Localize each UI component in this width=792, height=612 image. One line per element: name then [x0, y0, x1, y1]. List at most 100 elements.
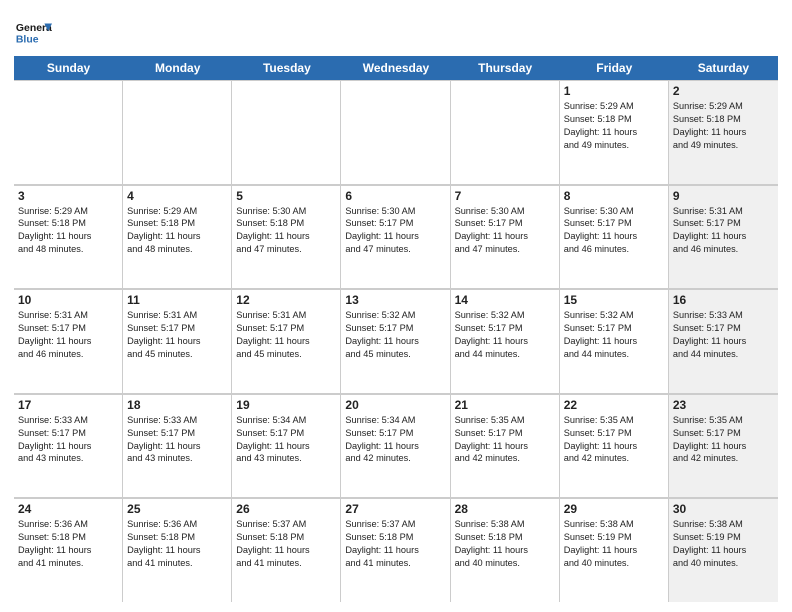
calendar-row-4: 24 Sunrise: 5:36 AM Sunset: 5:18 PM Dayli… [14, 498, 778, 602]
day-number: 12 [236, 293, 336, 307]
day-number: 4 [127, 189, 227, 203]
day-info: Sunrise: 5:38 AM Sunset: 5:19 PM Dayligh… [673, 518, 774, 570]
day-number: 21 [455, 398, 555, 412]
day-cell-23: 23 Sunrise: 5:35 AM Sunset: 5:17 PM Dayli… [669, 395, 778, 498]
weekday-header-wednesday: Wednesday [341, 56, 450, 80]
logo: General Blue [14, 14, 52, 52]
day-number: 3 [18, 189, 118, 203]
day-number: 17 [18, 398, 118, 412]
day-cell-11: 11 Sunrise: 5:31 AM Sunset: 5:17 PM Dayli… [123, 290, 232, 393]
calendar-body: 1 Sunrise: 5:29 AM Sunset: 5:18 PM Daylig… [14, 80, 778, 602]
day-cell-5: 5Sunrise: 5:30 AM Sunset: 5:18 PM Daylig… [232, 186, 341, 289]
day-cell-4: 4 Sunrise: 5:29 AM Sunset: 5:18 PM Daylig… [123, 186, 232, 289]
day-info: Sunrise: 5:31 AM Sunset: 5:17 PM Dayligh… [236, 309, 336, 361]
day-cell-24: 24 Sunrise: 5:36 AM Sunset: 5:18 PM Dayli… [14, 499, 123, 602]
calendar: SundayMondayTuesdayWednesdayThursdayFrid… [14, 56, 778, 602]
empty-cell [14, 81, 123, 184]
day-cell-26: 26 Sunrise: 5:37 AM Sunset: 5:18 PM Dayli… [232, 499, 341, 602]
day-cell-18: 18 Sunrise: 5:33 AM Sunset: 5:17 PM Dayli… [123, 395, 232, 498]
day-info: Sunrise: 5:29 AM Sunset: 5:18 PM Dayligh… [18, 205, 118, 257]
weekday-header-friday: Friday [560, 56, 669, 80]
day-number: 1 [564, 84, 664, 98]
day-number: 19 [236, 398, 336, 412]
day-info: Sunrise: 5:33 AM Sunset: 5:17 PM Dayligh… [127, 414, 227, 466]
day-number: 23 [673, 398, 774, 412]
day-cell-30: 30 Sunrise: 5:38 AM Sunset: 5:19 PM Dayli… [669, 499, 778, 602]
day-info: Sunrise: 5:30 AM Sunset: 5:17 PM Dayligh… [455, 205, 555, 257]
day-cell-21: 21 Sunrise: 5:35 AM Sunset: 5:17 PM Dayli… [451, 395, 560, 498]
day-info: Sunrise: 5:36 AM Sunset: 5:18 PM Dayligh… [127, 518, 227, 570]
day-info: Sunrise: 5:29 AM Sunset: 5:18 PM Dayligh… [564, 100, 664, 152]
day-info: Sunrise: 5:36 AM Sunset: 5:18 PM Dayligh… [18, 518, 118, 570]
day-info: Sunrise: 5:29 AM Sunset: 5:18 PM Dayligh… [673, 100, 774, 152]
day-info: Sunrise: 5:30 AM Sunset: 5:17 PM Dayligh… [564, 205, 664, 257]
day-info: Sunrise: 5:37 AM Sunset: 5:18 PM Dayligh… [236, 518, 336, 570]
empty-cell [451, 81, 560, 184]
svg-text:Blue: Blue [16, 35, 39, 46]
calendar-row-0: 1 Sunrise: 5:29 AM Sunset: 5:18 PM Daylig… [14, 80, 778, 185]
day-number: 16 [673, 293, 774, 307]
day-number: 18 [127, 398, 227, 412]
day-cell-2: 2 Sunrise: 5:29 AM Sunset: 5:18 PM Daylig… [669, 81, 778, 184]
day-cell-10: 10Sunrise: 5:31 AM Sunset: 5:17 PM Dayli… [14, 290, 123, 393]
day-info: Sunrise: 5:38 AM Sunset: 5:19 PM Dayligh… [564, 518, 664, 570]
day-cell-16: 16 Sunrise: 5:33 AM Sunset: 5:17 PM Dayli… [669, 290, 778, 393]
day-cell-13: 13 Sunrise: 5:32 AM Sunset: 5:17 PM Dayli… [341, 290, 450, 393]
day-cell-3: 3 Sunrise: 5:29 AM Sunset: 5:18 PM Daylig… [14, 186, 123, 289]
day-cell-12: 12 Sunrise: 5:31 AM Sunset: 5:17 PM Dayli… [232, 290, 341, 393]
day-number: 30 [673, 502, 774, 516]
day-cell-29: 29 Sunrise: 5:38 AM Sunset: 5:19 PM Dayli… [560, 499, 669, 602]
day-number: 27 [345, 502, 445, 516]
day-number: 9 [673, 189, 774, 203]
day-number: 24 [18, 502, 118, 516]
day-cell-17: 17Sunrise: 5:33 AM Sunset: 5:17 PM Dayli… [14, 395, 123, 498]
day-cell-6: 6Sunrise: 5:30 AM Sunset: 5:17 PM Daylig… [341, 186, 450, 289]
day-number: 15 [564, 293, 664, 307]
day-info: Sunrise: 5:37 AM Sunset: 5:18 PM Dayligh… [345, 518, 445, 570]
empty-cell [232, 81, 341, 184]
day-info: Sunrise: 5:33 AM Sunset: 5:17 PM Dayligh… [673, 309, 774, 361]
calendar-row-3: 17 Sunrise: 5:33 AM Sunset: 5:17 PM Dayli… [14, 394, 778, 499]
day-info: Sunrise: 5:31 AM Sunset: 5:17 PM Dayligh… [18, 309, 118, 361]
day-cell-27: 27 Sunrise: 5:37 AM Sunset: 5:18 PM Dayli… [341, 499, 450, 602]
day-cell-19: 19Sunrise: 5:34 AM Sunset: 5:17 PM Dayli… [232, 395, 341, 498]
weekday-header-thursday: Thursday [451, 56, 560, 80]
empty-cell [123, 81, 232, 184]
calendar-row-2: 10Sunrise: 5:31 AM Sunset: 5:17 PM Dayli… [14, 289, 778, 394]
weekday-header-saturday: Saturday [669, 56, 778, 80]
day-info: Sunrise: 5:29 AM Sunset: 5:18 PM Dayligh… [127, 205, 227, 257]
weekday-header-tuesday: Tuesday [232, 56, 341, 80]
day-number: 13 [345, 293, 445, 307]
day-info: Sunrise: 5:30 AM Sunset: 5:18 PM Dayligh… [236, 205, 336, 257]
day-info: Sunrise: 5:34 AM Sunset: 5:17 PM Dayligh… [345, 414, 445, 466]
day-number: 14 [455, 293, 555, 307]
day-cell-15: 15 Sunrise: 5:32 AM Sunset: 5:17 PM Dayli… [560, 290, 669, 393]
day-info: Sunrise: 5:32 AM Sunset: 5:17 PM Dayligh… [564, 309, 664, 361]
calendar-header: SundayMondayTuesdayWednesdayThursdayFrid… [14, 56, 778, 80]
day-number: 2 [673, 84, 774, 98]
day-info: Sunrise: 5:35 AM Sunset: 5:17 PM Dayligh… [673, 414, 774, 466]
day-info: Sunrise: 5:31 AM Sunset: 5:17 PM Dayligh… [127, 309, 227, 361]
day-cell-7: 7 Sunrise: 5:30 AM Sunset: 5:17 PM Daylig… [451, 186, 560, 289]
weekday-header-monday: Monday [123, 56, 232, 80]
day-cell-28: 28Sunrise: 5:38 AM Sunset: 5:18 PM Dayli… [451, 499, 560, 602]
day-number: 20 [345, 398, 445, 412]
day-cell-20: 20 Sunrise: 5:34 AM Sunset: 5:17 PM Dayli… [341, 395, 450, 498]
day-cell-9: 9 Sunrise: 5:31 AM Sunset: 5:17 PM Daylig… [669, 186, 778, 289]
page: General Blue SundayMondayTuesdayWednesda… [0, 0, 792, 612]
day-cell-14: 14 Sunrise: 5:32 AM Sunset: 5:17 PM Dayli… [451, 290, 560, 393]
day-info: Sunrise: 5:31 AM Sunset: 5:17 PM Dayligh… [673, 205, 774, 257]
day-info: Sunrise: 5:32 AM Sunset: 5:17 PM Dayligh… [455, 309, 555, 361]
day-cell-25: 25Sunrise: 5:36 AM Sunset: 5:18 PM Dayli… [123, 499, 232, 602]
day-info: Sunrise: 5:30 AM Sunset: 5:17 PM Dayligh… [345, 205, 445, 257]
day-info: Sunrise: 5:35 AM Sunset: 5:17 PM Dayligh… [455, 414, 555, 466]
day-number: 11 [127, 293, 227, 307]
logo-icon: General Blue [14, 14, 52, 52]
day-info: Sunrise: 5:32 AM Sunset: 5:17 PM Dayligh… [345, 309, 445, 361]
day-cell-1: 1 Sunrise: 5:29 AM Sunset: 5:18 PM Daylig… [560, 81, 669, 184]
day-number: 7 [455, 189, 555, 203]
day-number: 29 [564, 502, 664, 516]
day-number: 8 [564, 189, 664, 203]
day-number: 26 [236, 502, 336, 516]
day-number: 28 [455, 502, 555, 516]
